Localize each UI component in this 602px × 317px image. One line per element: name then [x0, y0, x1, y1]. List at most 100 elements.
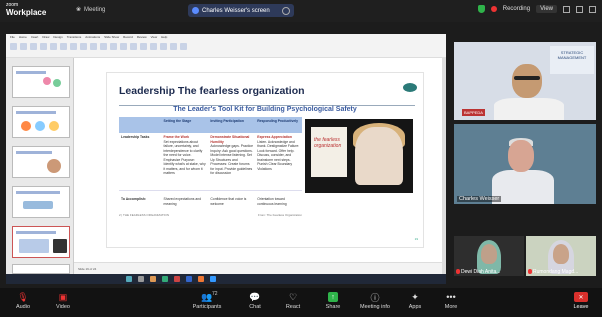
maximize-icon[interactable]	[576, 5, 583, 13]
minimize-icon[interactable]	[563, 5, 570, 13]
recording-label[interactable]: Recording	[503, 6, 530, 12]
meeting-info-button[interactable]: ⓘ Meeting info	[358, 292, 392, 311]
close-icon[interactable]	[589, 5, 596, 13]
ribbon-tab[interactable]: Transitions	[67, 35, 82, 39]
audio-button[interactable]: 🎙 Audio	[6, 292, 40, 311]
more-button[interactable]: ••• More	[434, 292, 468, 310]
heart-icon: ♡	[288, 291, 298, 302]
react-button[interactable]: ♡ React	[276, 291, 310, 311]
search-icon[interactable]	[138, 276, 144, 282]
ribbon-tab[interactable]: File	[10, 35, 15, 39]
author-face	[355, 127, 403, 185]
top-right-controls: Recording View	[477, 5, 596, 13]
slide-thumbnail[interactable]	[12, 186, 70, 218]
slide-thumbnail[interactable]	[12, 66, 70, 98]
event-banner: STRATEGIC MANAGEMENT	[550, 46, 594, 74]
share-arrow-icon: ↑	[328, 292, 338, 302]
view-button[interactable]: View	[536, 5, 557, 13]
video-button[interactable]: ▣ Video	[46, 292, 80, 311]
taskbar-app-icon[interactable]	[162, 276, 168, 282]
ribbon-tab[interactable]: Record	[123, 35, 133, 39]
column-header: Setting the Stage	[163, 119, 192, 123]
ribbon-tab[interactable]: Insert	[31, 35, 39, 39]
taskbar-app-icon[interactable]	[174, 276, 180, 282]
vertical-scrollbar[interactable]	[442, 58, 446, 274]
participants-button[interactable]: 👥 72 Participants	[190, 291, 224, 310]
top-bar: zoom Workplace ❀ Meeting Charles Weisser…	[0, 0, 602, 22]
slide-thumbnail-active[interactable]	[12, 226, 70, 258]
participant-name: Charles Weisser	[457, 196, 502, 202]
shared-screen: File Home Insert Draw Design Transitions Anima…	[6, 34, 446, 274]
slide-canvas: Leadership The fearless organization The…	[106, 72, 424, 248]
participants-icon: 👥	[201, 291, 213, 302]
chat-button[interactable]: 💬 Chat	[238, 292, 272, 311]
ribbon-tabs: File Home Insert Draw Design Transitions Anima…	[10, 35, 167, 39]
brand-bottom: Workplace	[6, 8, 47, 17]
participant-name-row: Rumondang Magd...	[528, 269, 578, 275]
video-tile[interactable]: Charles Weisser	[454, 124, 596, 204]
tool-icon	[110, 43, 117, 50]
tool-icon	[120, 43, 127, 50]
slide-thumbnail[interactable]	[12, 106, 70, 138]
table-header: Setting the Stage Inviting Participation…	[119, 117, 302, 133]
table-cell: Shared expectations and meaning	[163, 197, 202, 206]
ribbon-tab[interactable]: Animations	[85, 35, 100, 39]
apps-icon: ✦	[411, 291, 419, 302]
powerpoint-status-bar: Slide 19 of 24	[74, 262, 442, 274]
recording-dot-icon	[490, 6, 497, 12]
more-dots-icon: •••	[446, 292, 456, 302]
ribbon-tab[interactable]: Draw	[42, 35, 49, 39]
apps-button[interactable]: ✦ Apps	[398, 291, 432, 311]
start-icon[interactable]	[126, 276, 132, 282]
slide-subtitle: The Leader's Tool Kit for Building Psych…	[173, 106, 357, 113]
leave-icon: ✕	[574, 292, 588, 302]
ribbon-tab[interactable]: Design	[53, 35, 62, 39]
audio-label: Audio	[15, 304, 31, 310]
video-tile[interactable]: Rumondang Magd...	[526, 236, 596, 276]
video-tile[interactable]: STRATEGIC MANAGEMENT BAPPEDA	[454, 42, 596, 120]
participant-body	[492, 170, 554, 204]
apps-label: Apps	[408, 304, 422, 310]
taskbar-app-icon[interactable]	[186, 276, 192, 282]
participant-face	[512, 64, 542, 98]
video-tile[interactable]: Dewi Diah Anita...	[454, 236, 524, 276]
meeting-button[interactable]: ❀ Meeting	[76, 6, 105, 14]
ribbon-tab[interactable]: Help	[161, 35, 167, 39]
chat-label: Chat	[249, 304, 261, 310]
slide-thumbnail[interactable]	[12, 264, 70, 274]
row-label: To Accomplish:	[121, 197, 147, 201]
more-options-icon[interactable]	[282, 6, 290, 15]
table-cell: Orientation toward continuous learning	[257, 197, 287, 206]
shared-screen-pill[interactable]: Charles Weisser's screen	[188, 4, 294, 17]
zoom-logo: zoom Workplace	[6, 2, 47, 17]
ribbon-tab[interactable]: View	[151, 35, 157, 39]
ribbon-tab[interactable]: Home	[19, 35, 27, 39]
tool-icon	[30, 43, 37, 50]
footer-right: From: The Fearless Organization	[258, 213, 302, 217]
participant-face	[481, 244, 497, 264]
meeting-info-label: Meeting info	[360, 304, 390, 310]
taskbar-app-icon[interactable]	[150, 276, 156, 282]
participant-name-row: Dewi Diah Anita...	[456, 269, 500, 275]
footer-left: 2 | THE FEARLESS ORGANIZATION	[119, 213, 170, 217]
table-cell: Frame the Work Set expectations about fai…	[163, 135, 206, 175]
participant-name: Rumondang Magd...	[533, 269, 579, 275]
ribbon-tab[interactable]: Slide Show	[104, 35, 119, 39]
leave-label: Leave	[573, 304, 589, 310]
ribbon-tab[interactable]: Review	[137, 35, 147, 39]
row-label: Leadership Tasks	[121, 135, 150, 139]
slide-thumbnail[interactable]	[12, 146, 70, 178]
tool-icon	[140, 43, 147, 50]
tool-icon	[160, 43, 167, 50]
share-button[interactable]: ↑ Share	[316, 292, 350, 310]
slide-title: Leadership The fearless organization	[119, 85, 305, 97]
powerpoint-taskbar-icon[interactable]	[198, 276, 204, 282]
tool-icon	[50, 43, 57, 50]
zoom-taskbar-icon[interactable]	[210, 276, 216, 282]
leave-button[interactable]: ✕ Leave	[564, 292, 598, 310]
security-shield-icon[interactable]	[477, 5, 485, 13]
participant-face	[508, 140, 534, 172]
mic-muted-icon	[456, 269, 460, 275]
participants-count: 72	[212, 291, 218, 297]
participant-org-label: BAPPEDA	[462, 109, 485, 116]
